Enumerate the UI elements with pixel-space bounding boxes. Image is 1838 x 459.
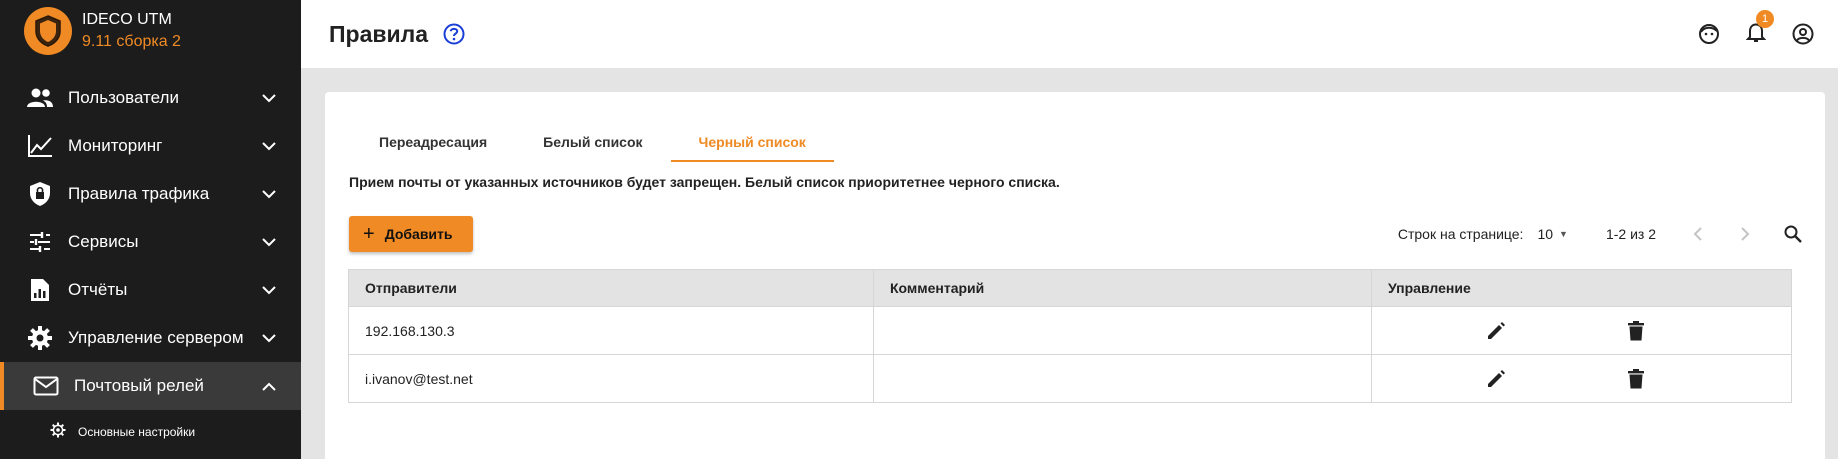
- shield-lock-icon: [26, 180, 54, 208]
- plus-icon: +: [363, 223, 375, 245]
- description-text: Прием почты от указанных источников буде…: [349, 174, 1060, 190]
- sidebar-item-server-management[interactable]: Управление сервером: [0, 314, 301, 362]
- table-header-row: Отправители Комментарий Управление: [348, 269, 1792, 307]
- sidebar-item-monitoring[interactable]: Мониторинг: [0, 122, 301, 170]
- sliders-icon: [26, 228, 54, 256]
- column-header-comment[interactable]: Комментарий: [873, 269, 1372, 307]
- gear-icon: [26, 324, 54, 352]
- mail-icon: [32, 372, 60, 400]
- support-icon[interactable]: [1697, 22, 1721, 46]
- shield-logo-icon: [24, 7, 72, 55]
- sidebar: IDECO UTM 9.11 сборка 2 Пользователи Мон…: [0, 0, 301, 459]
- cell-sender: 192.168.130.3: [348, 306, 874, 355]
- page-title: Правила: [329, 20, 429, 47]
- chart-line-icon: [26, 132, 54, 160]
- sidebar-item-label: Отчёты: [68, 280, 128, 299]
- sidebar-item-traffic-rules[interactable]: Правила трафика: [0, 170, 301, 218]
- delete-icon[interactable]: [1624, 319, 1648, 343]
- sidebar-item-users[interactable]: Пользователи: [0, 74, 301, 122]
- app-name: IDECO UTM: [82, 11, 172, 28]
- app-version: 9.11 сборка 2: [82, 33, 181, 50]
- chevron-down-icon: [257, 86, 281, 110]
- content-card: Переадресация Белый список Черный список…: [325, 92, 1825, 459]
- rows-per-page-value: 10: [1537, 226, 1554, 242]
- rows-per-page-select[interactable]: 10 ▼: [1537, 226, 1568, 242]
- chevron-up-icon: [257, 374, 281, 398]
- edit-icon[interactable]: [1484, 319, 1508, 343]
- sidebar-item-mail-relay[interactable]: Почтовый релей: [0, 362, 301, 410]
- gear-small-icon: [50, 422, 66, 443]
- sidebar-subitem-label: Основные настройки: [78, 425, 196, 439]
- pagination-toolbar: Строк на странице: 10 ▼ 1-2 из 2: [1398, 216, 1805, 252]
- cell-sender: i.ivanov@test.net: [348, 354, 874, 403]
- edit-icon[interactable]: [1484, 367, 1508, 391]
- pagination-range: 1-2 из 2: [1605, 226, 1656, 242]
- blacklist-table: Отправители Комментарий Управление 192.1…: [348, 269, 1792, 403]
- report-icon: [26, 276, 54, 304]
- prev-page-icon[interactable]: [1686, 222, 1710, 246]
- rows-per-page-label: Строк на странице:: [1397, 226, 1524, 242]
- search-icon[interactable]: [1781, 222, 1805, 246]
- notification-badge: 1: [1756, 10, 1774, 28]
- brand: IDECO UTM 9.11 сборка 2: [0, 0, 301, 62]
- column-header-management: Управление: [1371, 269, 1792, 307]
- chevron-down-icon: [257, 326, 281, 350]
- sidebar-item-label: Почтовый релей: [74, 376, 204, 395]
- next-page-icon[interactable]: [1733, 222, 1757, 246]
- chevron-down-icon: [257, 278, 281, 302]
- add-button-label: Добавить: [384, 226, 453, 242]
- tabs: Переадресация Белый список Черный список: [351, 118, 834, 162]
- chevron-down-icon: [257, 230, 281, 254]
- sidebar-item-label: Правила трафика: [68, 184, 210, 203]
- cell-comment: [873, 354, 1372, 403]
- users-icon: [26, 84, 54, 112]
- chevron-down-icon: [257, 182, 281, 206]
- sidebar-subitem-basic-settings[interactable]: Основные настройки: [0, 410, 301, 454]
- table-row: i.ivanov@test.net: [348, 354, 1792, 403]
- account-icon[interactable]: [1791, 22, 1815, 46]
- cell-comment: [873, 306, 1372, 355]
- help-icon[interactable]: [442, 22, 466, 46]
- chevron-down-icon: [257, 134, 281, 158]
- column-header-senders[interactable]: Отправители: [348, 269, 874, 307]
- delete-icon[interactable]: [1624, 367, 1648, 391]
- tab-blacklist[interactable]: Черный список: [670, 118, 834, 162]
- caret-down-icon: ▼: [1559, 229, 1568, 239]
- add-button[interactable]: + Добавить: [349, 216, 473, 252]
- notifications-button[interactable]: 1: [1744, 10, 1774, 46]
- tab-whitelist[interactable]: Белый список: [515, 118, 670, 162]
- sidebar-item-label: Управление сервером: [68, 328, 244, 347]
- sidebar-item-label: Сервисы: [68, 232, 139, 251]
- sidebar-item-label: Мониторинг: [68, 136, 163, 155]
- sidebar-item-services[interactable]: Сервисы: [0, 218, 301, 266]
- sidebar-item-reports[interactable]: Отчёты: [0, 266, 301, 314]
- table-row: 192.168.130.3: [348, 306, 1792, 355]
- sidebar-item-label: Пользователи: [68, 88, 179, 107]
- header: Правила 1: [301, 0, 1838, 68]
- tab-forwarding[interactable]: Переадресация: [351, 118, 515, 162]
